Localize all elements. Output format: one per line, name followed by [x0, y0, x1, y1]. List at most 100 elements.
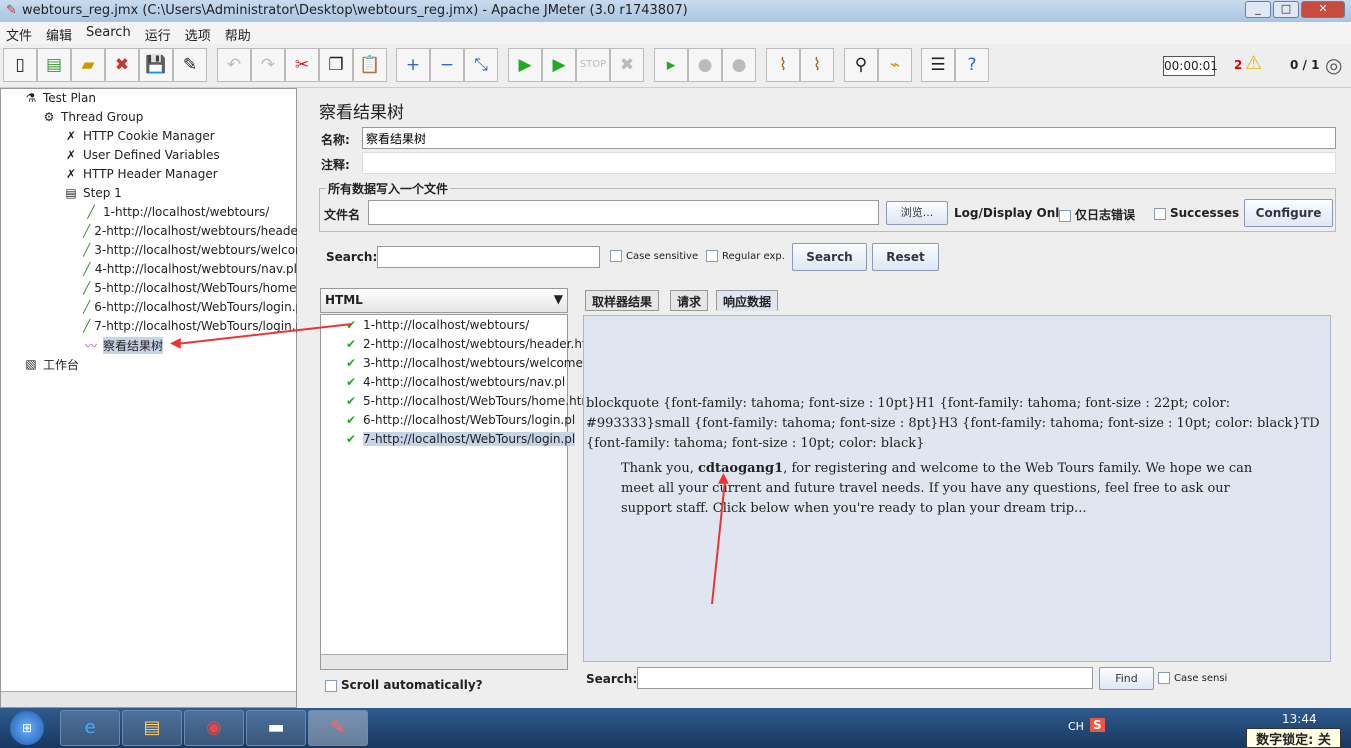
- pipette-icon: ╱: [83, 262, 91, 276]
- close-file-icon[interactable]: ✖: [105, 48, 139, 82]
- warning-icon[interactable]: ⚠: [1245, 52, 1262, 74]
- search-binoculars-icon[interactable]: ⚲: [844, 48, 878, 82]
- minimize-button[interactable]: _: [1245, 1, 1271, 18]
- filename-input[interactable]: [368, 200, 879, 225]
- find-case-checkbox[interactable]: Case sensi: [1158, 672, 1227, 684]
- explorer-taskbar-icon[interactable]: ▤: [122, 710, 182, 746]
- menu-options[interactable]: 选项: [185, 25, 211, 44]
- collapse-icon[interactable]: −: [430, 48, 464, 82]
- name-input[interactable]: [362, 127, 1336, 149]
- result-item[interactable]: ✔ 2-http://localhost/webtours/header.htm: [343, 335, 598, 353]
- errors-checkbox[interactable]: 仅日志错误: [1059, 206, 1135, 223]
- panel-title: 察看结果树: [319, 103, 404, 123]
- tree-cookie-manager[interactable]: ✗ HTTP Cookie Manager: [63, 127, 215, 145]
- templates-icon[interactable]: ▤: [37, 48, 71, 82]
- close-button[interactable]: ✕: [1301, 1, 1345, 18]
- jmeter-taskbar-icon[interactable]: ✎: [308, 710, 368, 746]
- paste-icon[interactable]: 📋: [353, 48, 387, 82]
- remote-stop-icon[interactable]: ●: [688, 48, 722, 82]
- shutdown-icon[interactable]: ✖: [610, 48, 644, 82]
- tree-sampler[interactable]: ╱ 5-http://localhost/WebTours/home.h: [83, 279, 297, 297]
- tree-view-results-tree[interactable]: 〰察看结果树: [83, 336, 164, 354]
- menu-bar: 文件 编辑 Search 运行 选项 帮助: [0, 22, 1351, 44]
- tree-sampler[interactable]: ╱ 4-http://localhost/webtours/nav.pl: [83, 260, 297, 278]
- new-icon[interactable]: ▯: [3, 48, 37, 82]
- tree-thread-group[interactable]: ⚙ Thread Group: [41, 108, 144, 126]
- configure-button[interactable]: Configure: [1244, 199, 1333, 227]
- language-indicator[interactable]: CH: [1068, 720, 1084, 733]
- remote-shutdown-icon[interactable]: ●: [722, 48, 756, 82]
- find-button[interactable]: Find: [1099, 667, 1154, 690]
- undo-icon[interactable]: ↶: [217, 48, 251, 82]
- numlock-tooltip: 数字锁定: 关: [1246, 728, 1341, 748]
- tree-sampler[interactable]: ╱ 2-http://localhost/webtours/header.h: [83, 222, 297, 240]
- start-icon[interactable]: ▶: [508, 48, 542, 82]
- open-icon[interactable]: ▰: [71, 48, 105, 82]
- menu-edit[interactable]: 编辑: [46, 25, 72, 44]
- pipette-icon: ╱: [83, 281, 91, 295]
- start-button[interactable]: ⊞: [10, 711, 44, 745]
- save-icon[interactable]: 💾: [139, 48, 173, 82]
- clock-time[interactable]: 13:44: [1282, 712, 1317, 726]
- successes-checkbox[interactable]: Successes: [1154, 206, 1239, 220]
- expand-icon[interactable]: +: [396, 48, 430, 82]
- tree-horizontal-scrollbar[interactable]: [1, 691, 296, 707]
- result-item[interactable]: ✔ 3-http://localhost/webtours/welcome.p: [343, 354, 594, 372]
- tab-sampler-result[interactable]: 取样器结果: [585, 290, 660, 311]
- remote-start-icon[interactable]: ▸: [654, 48, 688, 82]
- save-as-icon[interactable]: ✎: [173, 48, 207, 82]
- controller-icon: ▤: [65, 186, 77, 200]
- stop-icon[interactable]: STOP: [576, 48, 610, 82]
- clear-all-icon[interactable]: ⌇: [800, 48, 834, 82]
- warning-count: 2: [1234, 58, 1243, 72]
- menu-help[interactable]: 帮助: [225, 25, 251, 44]
- remote-icon[interactable]: ◎: [1325, 53, 1342, 77]
- cmd-taskbar-icon[interactable]: ▬: [246, 710, 306, 746]
- tree-workbench[interactable]: ▧ 工作台: [23, 355, 79, 373]
- result-item[interactable]: ✔ 6-http://localhost/WebTours/login.pl: [343, 411, 575, 429]
- search-input[interactable]: [377, 246, 600, 268]
- tree-sampler[interactable]: ╱ 1-http://localhost/webtours/: [83, 203, 297, 221]
- browse-button[interactable]: 浏览...: [886, 201, 948, 225]
- tab-response-data[interactable]: 响应数据: [716, 290, 779, 311]
- clear-icon[interactable]: ⌇: [766, 48, 800, 82]
- help-icon[interactable]: ?: [955, 48, 989, 82]
- thread-count: 0 / 1: [1290, 58, 1320, 72]
- results-horizontal-scrollbar[interactable]: [321, 654, 567, 669]
- search-button[interactable]: Search: [792, 243, 867, 271]
- tree-sampler[interactable]: ╱ 6-http://localhost/WebTours/login.p: [83, 298, 297, 316]
- menu-file[interactable]: 文件: [6, 25, 32, 44]
- comment-input[interactable]: [362, 152, 1336, 174]
- tree-step-1[interactable]: ▤ Step 1: [63, 184, 121, 202]
- tree-sampler[interactable]: ╱ 3-http://localhost/webtours/welcom: [83, 241, 297, 259]
- toggle-icon[interactable]: ⤡: [464, 48, 498, 82]
- scroll-auto-checkbox[interactable]: Scroll automatically?: [325, 678, 483, 692]
- result-item[interactable]: ✔ 7-http://localhost/WebTours/login.pl: [343, 430, 576, 448]
- start-no-pause-icon[interactable]: ▶: [542, 48, 576, 82]
- tree-header-manager[interactable]: ✗ HTTP Header Manager: [63, 165, 218, 183]
- redo-icon[interactable]: ↷: [251, 48, 285, 82]
- result-item[interactable]: ✔1-http://localhost/webtours/: [343, 316, 529, 334]
- menu-search[interactable]: Search: [86, 25, 131, 41]
- tree-test-plan[interactable]: ⚗ Test Plan: [23, 89, 96, 107]
- reset-search-broom-icon[interactable]: ⌁: [878, 48, 912, 82]
- title-bar: ✎ webtours_reg.jmx (C:\Users\Administrat…: [0, 0, 1351, 22]
- copy-icon[interactable]: ❐: [319, 48, 353, 82]
- ie-taskbar-icon[interactable]: e: [60, 710, 120, 746]
- menu-run[interactable]: 运行: [145, 25, 171, 44]
- regex-checkbox[interactable]: Regular exp.: [706, 250, 785, 262]
- find-input[interactable]: [637, 667, 1093, 689]
- reset-button[interactable]: Reset: [872, 243, 939, 271]
- result-item[interactable]: ✔ 4-http://localhost/webtours/nav.pl: [343, 373, 565, 391]
- result-item[interactable]: ✔ 5-http://localhost/WebTours/home.htm: [343, 392, 593, 410]
- tab-request[interactable]: 请求: [670, 290, 709, 311]
- case-sensitive-checkbox[interactable]: Case sensitive: [610, 250, 698, 262]
- chrome-taskbar-icon[interactable]: ◉: [184, 710, 244, 746]
- function-helper-icon[interactable]: ☰: [921, 48, 955, 82]
- cut-icon[interactable]: ✂: [285, 48, 319, 82]
- tree-user-variables[interactable]: ✗ User Defined Variables: [63, 146, 220, 164]
- toolbar: ▯ ▤ ▰ ✖ 💾 ✎ ↶ ↷ ✂ ❐ 📋 + − ⤡ ▶ ▶ STOP ✖ ▸…: [0, 44, 1351, 88]
- sogou-ime-icon[interactable]: S: [1090, 718, 1105, 732]
- renderer-select[interactable]: HTML ▼: [320, 288, 568, 313]
- maximize-button[interactable]: □: [1273, 1, 1299, 18]
